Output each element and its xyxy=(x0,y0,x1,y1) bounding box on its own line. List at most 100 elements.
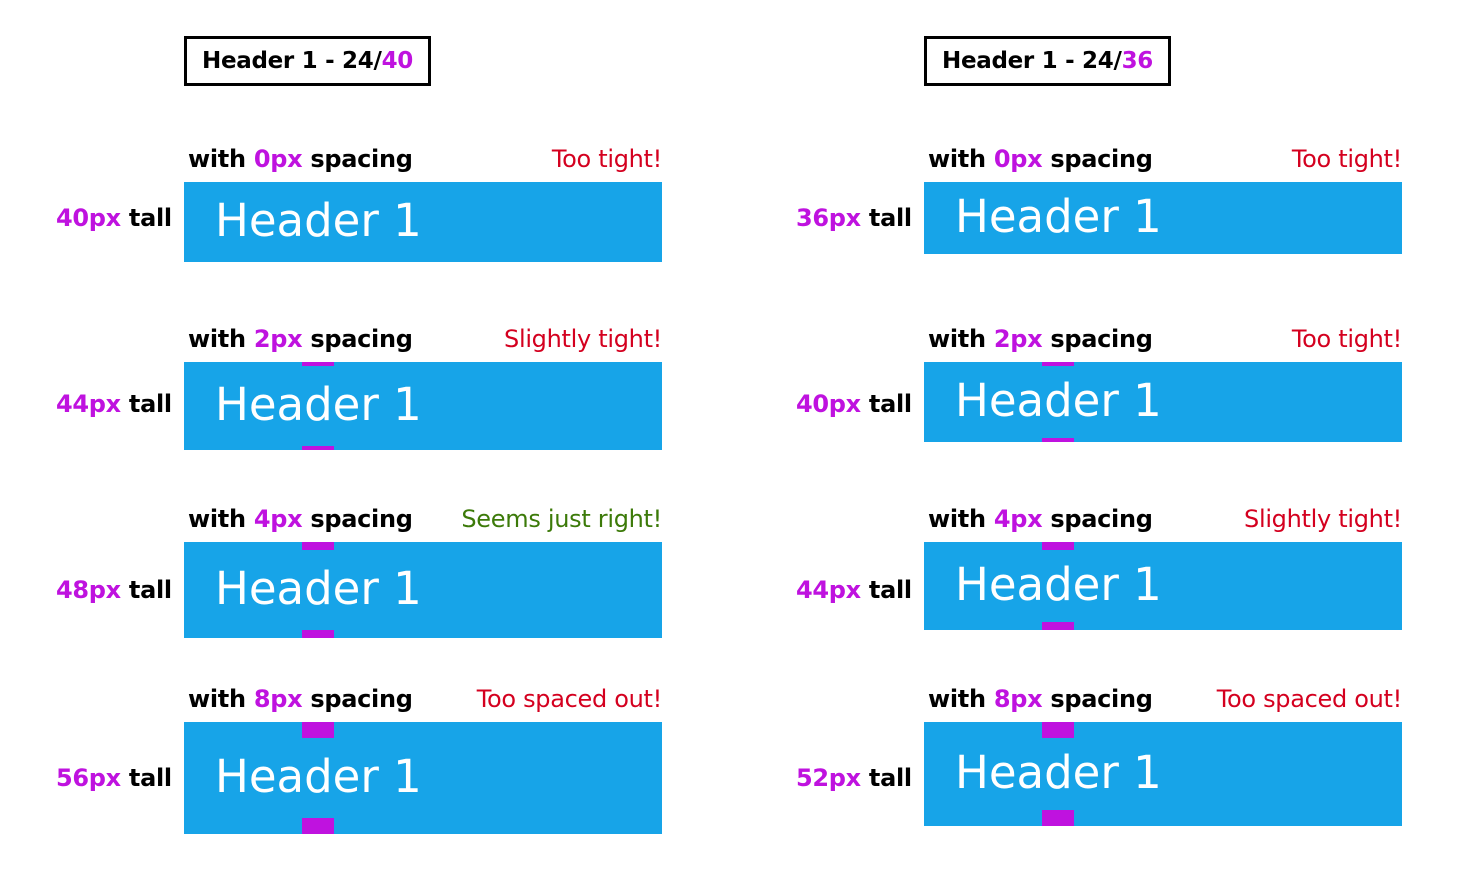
title-prefix: Header 1 - 24/ xyxy=(202,48,382,74)
height-suffix: tall xyxy=(860,764,912,792)
height-label: 48px tall xyxy=(56,576,172,604)
header-bar: Header 1 xyxy=(924,542,1402,630)
verdict-label: Too tight! xyxy=(1291,145,1402,173)
top-spacing-marker xyxy=(302,362,334,366)
caption-suffix: spacing xyxy=(1042,325,1153,353)
bottom-spacing-marker xyxy=(1042,810,1074,826)
height-suffix: tall xyxy=(860,204,912,232)
height-value: 36px xyxy=(796,204,861,232)
title-accent: 36 xyxy=(1121,48,1154,74)
caption-prefix: with xyxy=(188,325,254,353)
caption-prefix: with xyxy=(188,505,254,533)
verdict-label: Seems just right! xyxy=(461,505,662,533)
top-spacing-marker xyxy=(1042,542,1074,550)
header-bar: Header 1 xyxy=(924,182,1402,254)
height-value: 52px xyxy=(796,764,861,792)
column-line-height-40: Header 1 - 24/40 with 0px spacing Too ti… xyxy=(0,0,740,872)
caption-prefix: with xyxy=(188,145,254,173)
spacing-value: 0px xyxy=(253,145,303,173)
header-bar: Header 1 xyxy=(924,362,1402,442)
caption-prefix: with xyxy=(188,685,254,713)
caption-prefix: with xyxy=(928,145,994,173)
spacing-caption: with 0px spacing xyxy=(188,145,413,173)
top-spacing-marker xyxy=(302,542,334,550)
caption-suffix: spacing xyxy=(1042,505,1153,533)
caption-suffix: spacing xyxy=(302,145,413,173)
spacing-value: 8px xyxy=(253,685,303,713)
header-sample-text: Header 1 xyxy=(215,750,422,803)
height-label: 52px tall xyxy=(796,764,912,792)
header-sample-text: Header 1 xyxy=(955,558,1162,611)
title-prefix: Header 1 - 24/ xyxy=(942,48,1122,74)
spacing-value: 4px xyxy=(993,505,1043,533)
header-sample-text: Header 1 xyxy=(215,562,422,615)
spacing-caption: with 2px spacing xyxy=(188,325,413,353)
height-value: 48px xyxy=(56,576,121,604)
spacing-caption: with 4px spacing xyxy=(188,505,413,533)
verdict-label: Slightly tight! xyxy=(1244,505,1402,533)
height-value: 56px xyxy=(56,764,121,792)
column-title: Header 1 - 24/40 xyxy=(184,36,431,86)
spacing-caption: with 8px spacing xyxy=(188,685,413,713)
caption-suffix: spacing xyxy=(302,325,413,353)
height-suffix: tall xyxy=(120,204,172,232)
height-value: 40px xyxy=(56,204,121,232)
height-value: 44px xyxy=(796,576,861,604)
spacing-value: 0px xyxy=(993,145,1043,173)
spacing-value: 4px xyxy=(253,505,303,533)
bottom-spacing-marker xyxy=(1042,622,1074,630)
height-suffix: tall xyxy=(860,390,912,418)
height-label: 40px tall xyxy=(796,390,912,418)
header-sample-text: Header 1 xyxy=(215,378,422,431)
header-sample-text: Header 1 xyxy=(955,190,1162,243)
spacing-value: 2px xyxy=(253,325,303,353)
caption-suffix: spacing xyxy=(302,685,413,713)
title-accent: 40 xyxy=(381,48,414,74)
verdict-label: Too spaced out! xyxy=(1216,685,1403,713)
bottom-spacing-marker xyxy=(302,818,334,834)
top-spacing-marker xyxy=(1042,362,1074,366)
spacing-value: 2px xyxy=(993,325,1043,353)
header-sample-text: Header 1 xyxy=(955,746,1162,799)
height-suffix: tall xyxy=(120,390,172,418)
caption-prefix: with xyxy=(928,685,994,713)
top-spacing-marker xyxy=(302,722,334,738)
header-sample-text: Header 1 xyxy=(955,374,1162,427)
column-title: Header 1 - 24/36 xyxy=(924,36,1171,86)
height-label: 44px tall xyxy=(796,576,912,604)
height-label: 56px tall xyxy=(56,764,172,792)
height-label: 44px tall xyxy=(56,390,172,418)
caption-prefix: with xyxy=(928,325,994,353)
spacing-caption: with 0px spacing xyxy=(928,145,1153,173)
height-suffix: tall xyxy=(120,576,172,604)
top-spacing-marker xyxy=(1042,722,1074,738)
caption-suffix: spacing xyxy=(302,505,413,533)
spacing-caption: with 8px spacing xyxy=(928,685,1153,713)
header-bar: Header 1 xyxy=(924,722,1402,826)
spacing-caption: with 2px spacing xyxy=(928,325,1153,353)
bottom-spacing-marker xyxy=(1042,438,1074,442)
caption-suffix: spacing xyxy=(1042,685,1153,713)
bottom-spacing-marker xyxy=(302,446,334,450)
bottom-spacing-marker xyxy=(302,630,334,638)
height-suffix: tall xyxy=(120,764,172,792)
caption-suffix: spacing xyxy=(1042,145,1153,173)
header-bar: Header 1 xyxy=(184,542,662,638)
height-value: 44px xyxy=(56,390,121,418)
verdict-label: Slightly tight! xyxy=(504,325,662,353)
verdict-label: Too tight! xyxy=(1291,325,1402,353)
header-bar: Header 1 xyxy=(184,722,662,834)
header-sample-text: Header 1 xyxy=(215,194,422,247)
height-value: 40px xyxy=(796,390,861,418)
spacing-caption: with 4px spacing xyxy=(928,505,1153,533)
spacing-value: 8px xyxy=(993,685,1043,713)
header-bar: Header 1 xyxy=(184,362,662,450)
caption-prefix: with xyxy=(928,505,994,533)
height-label: 40px tall xyxy=(56,204,172,232)
height-label: 36px tall xyxy=(796,204,912,232)
column-line-height-36: Header 1 - 24/36 with 0px spacing Too ti… xyxy=(740,0,1480,872)
height-suffix: tall xyxy=(860,576,912,604)
verdict-label: Too tight! xyxy=(551,145,662,173)
header-bar: Header 1 xyxy=(184,182,662,262)
verdict-label: Too spaced out! xyxy=(476,685,663,713)
